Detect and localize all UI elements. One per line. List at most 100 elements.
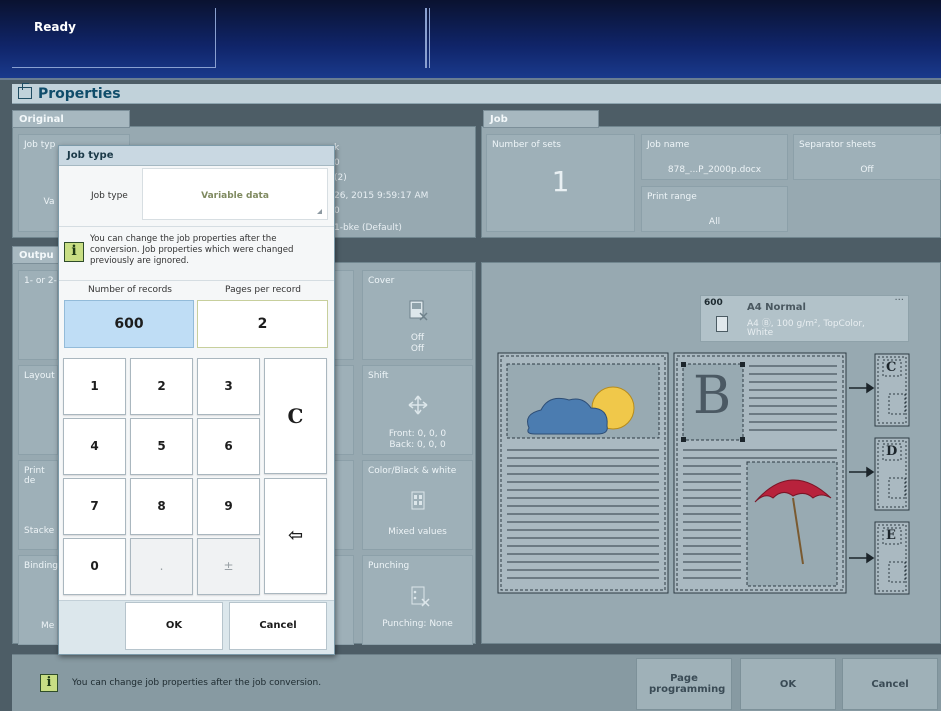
key-3[interactable]: 3 [197,358,260,415]
key-5[interactable]: 5 [130,418,193,475]
punching-icon [411,586,430,607]
key-8[interactable]: 8 [130,478,193,535]
backspace-key[interactable]: ⇦ [264,478,327,594]
status-bar: Ready [0,0,941,80]
duplex-tile[interactable]: 1- or 2- [18,270,58,360]
paper-more-icon[interactable]: ... [894,292,904,303]
original-info-6: 1-bke (Default) [334,223,402,233]
pages-label: Pages per record [225,285,301,295]
print-range-label: Print range [647,192,697,202]
separator-sheets-label: Separator sheets [799,140,876,150]
status-segment [216,8,426,68]
output-col2-tile-1 [334,270,354,360]
dialog-title: Job type [59,146,334,166]
shift-front: Front: 0, 0, 0 [388,429,447,439]
binding-label: Binding [24,561,59,571]
records-input[interactable]: 600 [64,300,194,348]
job-type-dialog: Job type Job type Variable data i You ca… [58,145,335,655]
key-decimal[interactable]: . [130,538,193,595]
color-value: Mixed values [388,527,447,537]
key-6[interactable]: 6 [197,418,260,475]
tab-job[interactable]: Job [483,110,599,128]
dialog-info-text: You can change the job properties after … [90,234,294,266]
key-4[interactable]: 4 [63,418,126,475]
keypad: 1 2 3 C 4 5 6 7 8 9 ⇦ 0 . ± [63,358,331,595]
divider [59,280,334,281]
dialog-info-icon: i [64,242,84,262]
key-7[interactable]: 7 [63,478,126,535]
job-type-select[interactable]: Variable data [142,168,328,220]
key-plus-minus[interactable]: ± [197,538,260,595]
job-name-tile[interactable]: Job name 878_...P_2000p.docx [641,134,788,180]
number-of-sets-label: Number of sets [492,140,561,150]
cancel-button[interactable]: Cancel [842,658,938,710]
small-pages [874,353,910,595]
diagram-big-letter: B [693,366,732,426]
shift-tile[interactable]: Shift Front: 0, 0, 0 Back: 0, 0, 0 [362,365,473,455]
punching-value: Punching: None [382,619,453,629]
dialog-cancel-button[interactable]: Cancel [229,602,327,650]
shift-back: Back: 0, 0, 0 [389,440,446,450]
binding-tile[interactable]: Binding Me [18,555,58,645]
color-icon [411,491,425,510]
layout-label: Layout [24,371,55,381]
shift-icon [408,395,428,415]
key-0[interactable]: 0 [63,538,126,595]
original-info-4: 26, 2015 9:59:17 AM [334,191,429,201]
footer-info-text: You can change job properties after the … [72,678,322,688]
diagram-letter-c: C [886,360,897,375]
paper-card[interactable]: 600 A4 Normal A4 Ⓑ, 100 g/m², TopColor, … [700,292,909,342]
print-delivery-tile[interactable]: Print de Stacke [18,460,58,550]
job-name-value: 878_...P_2000p.docx [667,165,762,175]
cover-value-1: Off [410,333,425,343]
cover-label: Cover [368,276,395,286]
punching-tile[interactable]: Punching Punching: None [362,555,473,645]
status-segment-divider [426,8,430,68]
key-1[interactable]: 1 [63,358,126,415]
page-layout-diagram: B C D E [497,352,911,596]
properties-icon [18,83,32,99]
diagram-letter-d: D [886,444,898,459]
cover-tile[interactable]: Cover Off Off [362,270,473,360]
color-label: Color/Black & white [368,466,457,476]
layout-tile[interactable]: Layout [18,365,58,455]
number-of-sets-value: 1 [551,165,570,198]
print-range-tile[interactable]: Print range All [641,186,788,232]
job-name-label: Job name [647,140,690,150]
binding-value: Me [41,621,55,631]
print-range-value: All [708,217,721,227]
color-tile[interactable]: Color/Black & white Mixed values [362,460,473,550]
clear-key[interactable]: C [264,358,327,474]
properties-title: Properties [38,86,121,102]
status-ready-area: Ready [12,8,216,68]
ok-label: OK [779,678,797,690]
paper-name: A4 Normal [747,302,806,313]
pages-input[interactable]: 2 [197,300,328,348]
key-9[interactable]: 9 [197,478,260,535]
punching-label: Punching [368,561,410,571]
properties-header: Properties [12,83,941,104]
dialog-ok-button[interactable]: OK [125,602,223,650]
paper-detail-2: White [747,328,774,338]
print-delivery-label: Print de [24,466,45,486]
key-2[interactable]: 2 [130,358,193,415]
separator-sheets-tile[interactable]: Separator sheets Off [793,134,941,180]
diagram-letter-e: E [886,528,896,543]
status-text: Ready [34,20,76,34]
job-type-label: Job type [91,191,128,201]
tab-original[interactable]: Original [12,110,130,128]
page-programming-label: Page programming [649,673,726,695]
paper-count: 600 [704,298,723,308]
stacker-value: Stacke [24,526,55,536]
page-programming-button[interactable]: Page programming [636,658,732,710]
records-label: Number of records [88,285,172,295]
divider [59,226,334,227]
number-of-sets-tile[interactable]: Number of sets 1 [486,134,635,232]
ok-button[interactable]: OK [740,658,836,710]
output-col2-tile-3 [334,460,354,550]
output-col2-tile-2 [334,365,354,455]
cover-icon [409,300,428,321]
original-info-3: (2) [334,173,347,183]
duplex-label: 1- or 2- [24,276,57,286]
paper-icon [716,316,728,332]
